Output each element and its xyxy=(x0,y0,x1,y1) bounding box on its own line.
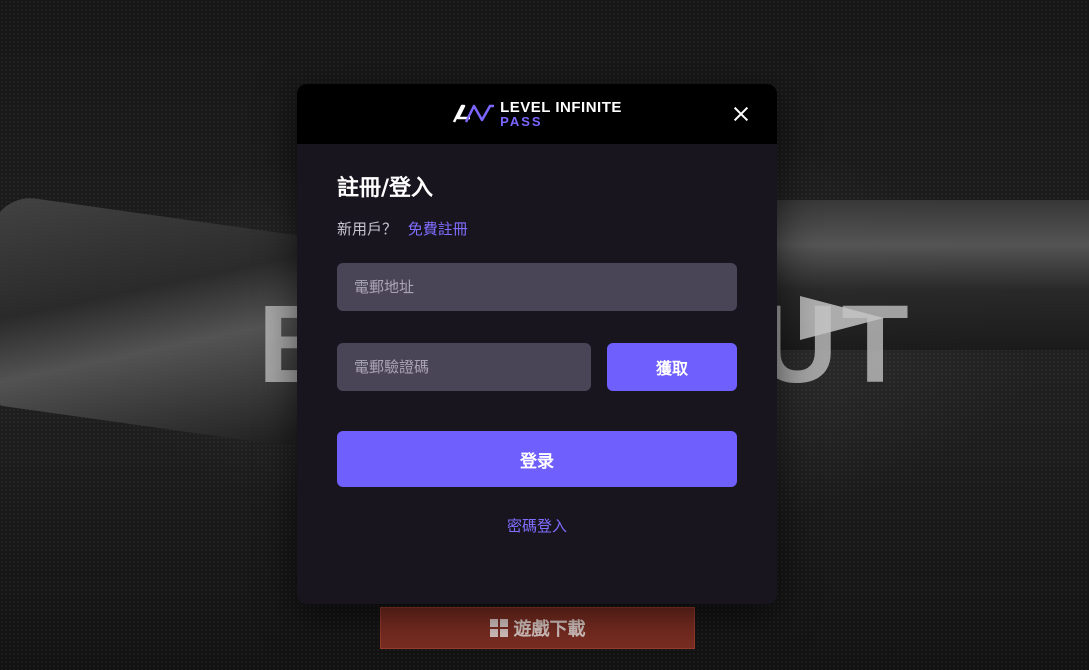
modal-title: 註冊/登入 xyxy=(337,176,434,201)
get-code-button[interactable]: 獲取 xyxy=(607,343,737,391)
login-modal: LEVEL INFINITE PASS 註冊/登入 新用戶？ 免費註冊 獲取 登… xyxy=(297,84,777,604)
modal-header: LEVEL INFINITE PASS xyxy=(297,84,777,144)
game-download-button[interactable]: 遊戲下載 xyxy=(380,607,695,649)
verification-code-row: 獲取 xyxy=(337,343,737,391)
login-button[interactable]: 登录 xyxy=(337,431,737,487)
new-user-prompt: 新用戶？ xyxy=(337,220,398,238)
level-infinite-pass-logo: LEVEL INFINITE PASS xyxy=(452,100,622,128)
game-download-label: 遊戲下載 xyxy=(513,619,586,640)
windows-icon xyxy=(489,619,508,637)
arrow-icon xyxy=(800,296,884,340)
logo-text-top: LEVEL INFINITE xyxy=(500,99,622,116)
close-icon[interactable] xyxy=(731,104,751,124)
logo-text-bottom: PASS xyxy=(500,114,543,129)
level-infinite-logo-icon xyxy=(453,104,495,123)
modal-body: 註冊/登入 新用戶？ 免費註冊 獲取 登录 密碼登入 xyxy=(297,170,777,536)
page: B UT 遊戲下載 LEVEL INFINITE PASS 註 xyxy=(0,0,1089,670)
password-login-link[interactable]: 密碼登入 xyxy=(337,515,737,536)
email-input[interactable] xyxy=(337,263,737,311)
signup-row: 新用戶？ 免費註冊 xyxy=(337,218,737,239)
free-signup-link[interactable]: 免費註冊 xyxy=(408,220,468,238)
verification-code-input[interactable] xyxy=(337,343,591,391)
